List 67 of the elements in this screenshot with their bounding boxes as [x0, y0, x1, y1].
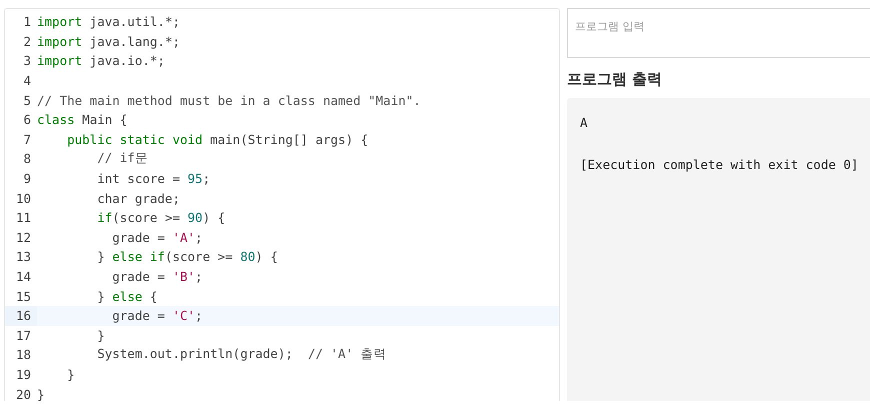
code-token: java.util.*; — [88, 14, 180, 30]
line-number: 9 — [22, 170, 32, 188]
code-token: ) { — [255, 249, 278, 264]
code-token: (score >= — [112, 210, 181, 226]
line-number: 2 — [22, 32, 32, 51]
code-token: import — [37, 14, 82, 30]
program-input-field[interactable]: 프로그램 입력 — [567, 8, 870, 58]
code-token: int score = — [96, 171, 181, 186]
code-token: } — [96, 328, 105, 343]
code-token: else — [112, 288, 142, 304]
code-token: (score >= — [164, 249, 234, 264]
code-token: 'C' — [172, 308, 196, 324]
line-number: 8 — [22, 150, 32, 168]
code-editor[interactable] — [4, 8, 560, 401]
code-token: 'A' — [172, 230, 196, 245]
line-number: 7 — [22, 130, 32, 149]
code-token: ; — [195, 230, 203, 245]
code-token: main(String[] args) { — [209, 132, 368, 147]
line-number: 17 — [14, 326, 32, 345]
output-line: A — [580, 115, 589, 132]
code-token: } — [66, 366, 75, 382]
code-token: 90 — [188, 210, 203, 226]
code-token: System.out.println(grade); — [96, 346, 294, 362]
code-token: // 'A' 출력 — [308, 346, 387, 362]
line-number: 10 — [14, 190, 32, 208]
code-token: } — [96, 249, 106, 264]
code-token: { — [148, 288, 158, 304]
code-token: } — [96, 288, 106, 304]
code-token: grade = — [111, 308, 166, 324]
code-token: grade = — [111, 230, 166, 245]
line-number: 4 — [22, 72, 32, 90]
line-number: 16 — [5, 306, 37, 326]
code-token: // The main method must be in a class named "Main". — [37, 92, 421, 108]
code-token: class — [37, 112, 75, 128]
line-number: 15 — [14, 288, 32, 306]
code-token: import — [37, 53, 82, 68]
code-token: else if — [112, 249, 165, 264]
line-number: 5 — [22, 92, 32, 110]
code-token: ) { — [202, 210, 226, 226]
code-token: char grade; — [96, 190, 180, 206]
code-token: 'B' — [172, 269, 196, 284]
output-heading: 프로그램 출력 — [567, 69, 664, 90]
line-number: 12 — [14, 228, 32, 247]
line-number: 3 — [22, 52, 32, 70]
line-number: 1 — [22, 13, 32, 32]
code-token: if — [96, 210, 112, 226]
code-token: Main { — [81, 112, 128, 128]
line-number: 13 — [14, 248, 32, 266]
output-line: [Execution complete with exit code 0] — [580, 157, 857, 174]
code-token: 80 — [240, 249, 256, 264]
code-token: ; — [202, 171, 210, 186]
code-token: java.lang.*; — [88, 34, 180, 49]
code-token: grade = — [111, 269, 166, 284]
line-number: 20 — [14, 386, 32, 401]
code-token: java.io.*; — [88, 53, 165, 68]
code-token: import — [37, 34, 82, 49]
line-number: 19 — [14, 366, 32, 384]
code-token: // if문 — [96, 150, 148, 166]
line-number: 18 — [14, 346, 32, 364]
line-number: 14 — [14, 268, 32, 286]
code-token: ; — [195, 269, 203, 284]
code-token: } — [37, 386, 45, 401]
line-number: 11 — [14, 209, 32, 228]
line-number: 6 — [22, 111, 32, 130]
code-token: public static void — [66, 132, 203, 147]
code-token: ; — [195, 308, 203, 324]
code-token: 95 — [188, 171, 203, 186]
